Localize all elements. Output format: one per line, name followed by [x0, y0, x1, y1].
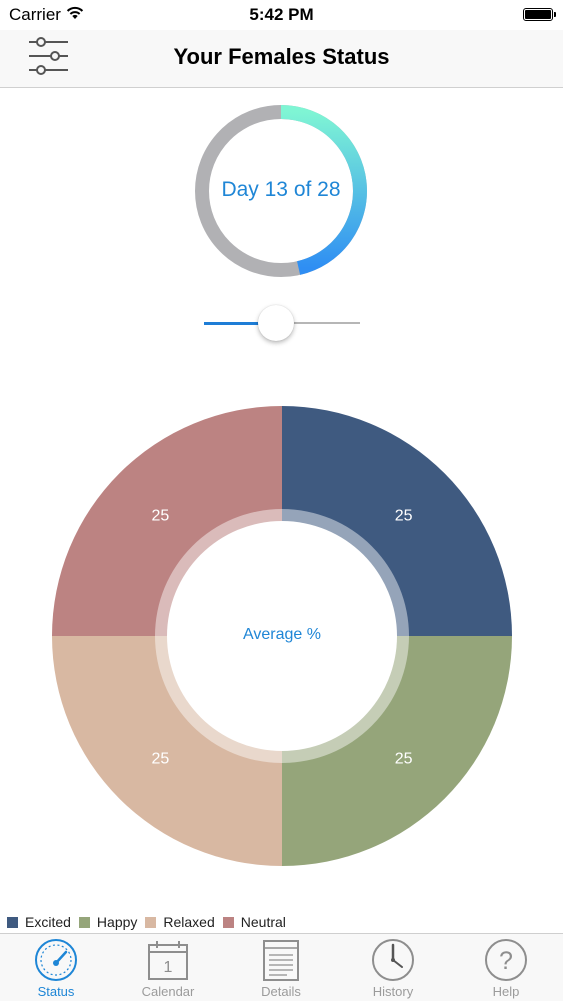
day-slider[interactable]: [204, 300, 360, 346]
tab-status[interactable]: Status: [0, 934, 112, 1001]
navigation-bar: Your Females Status: [0, 30, 563, 88]
slice-value-label: 25: [395, 507, 413, 524]
legend-item-relaxed: Relaxed: [145, 914, 215, 930]
tab-help[interactable]: ? Help: [450, 934, 562, 1001]
legend-swatch: [222, 916, 234, 928]
tab-history[interactable]: History: [337, 934, 449, 1001]
tab-label: Help: [492, 984, 520, 999]
calendar-icon: 1: [148, 941, 188, 980]
speedometer-icon: [35, 939, 77, 981]
clock-icon: [372, 939, 414, 981]
document-icon: [263, 940, 299, 981]
cycle-day-label: Day 13 of 28: [221, 178, 341, 201]
chart-legend: Excited Happy Relaxed Neutral: [7, 913, 294, 931]
donut-center-label: Average %: [243, 626, 321, 643]
legend-item-excited: Excited: [7, 914, 71, 930]
slice-value-label: 25: [151, 507, 169, 524]
tab-bar: Status 1 Calendar Details History ? Help: [0, 933, 563, 1001]
legend-label: Happy: [96, 914, 138, 930]
help-icon-glyph: ?: [499, 947, 513, 975]
page-title: Your Females Status: [173, 44, 390, 69]
tab-label: Details: [261, 984, 301, 999]
legend-label: Excited: [25, 914, 71, 930]
question-icon: ?: [485, 939, 527, 981]
tab-calendar[interactable]: 1 Calendar: [112, 934, 224, 1001]
clock-time: 5:42 PM: [249, 5, 314, 24]
tab-label: Status: [37, 984, 75, 999]
legend-swatch: [145, 916, 157, 928]
legend-swatch: [78, 916, 90, 928]
battery-icon: [523, 8, 556, 21]
legend-label: Neutral: [240, 914, 286, 930]
tab-details[interactable]: Details: [225, 934, 337, 1001]
slice-value-label: 25: [395, 751, 413, 768]
status-bar: Carrier 5:42 PM: [0, 0, 563, 30]
calendar-icon-day: 1: [164, 959, 173, 976]
tab-label: History: [372, 984, 414, 999]
tab-label: Calendar: [141, 984, 195, 999]
legend-swatch: [7, 916, 18, 928]
slice-value-label: 25: [151, 751, 169, 768]
legend-item-happy: Happy: [78, 914, 138, 930]
legend-label: Relaxed: [163, 914, 215, 930]
slider-thumb[interactable]: [257, 305, 294, 341]
legend-item-neutral: Neutral: [222, 914, 286, 930]
